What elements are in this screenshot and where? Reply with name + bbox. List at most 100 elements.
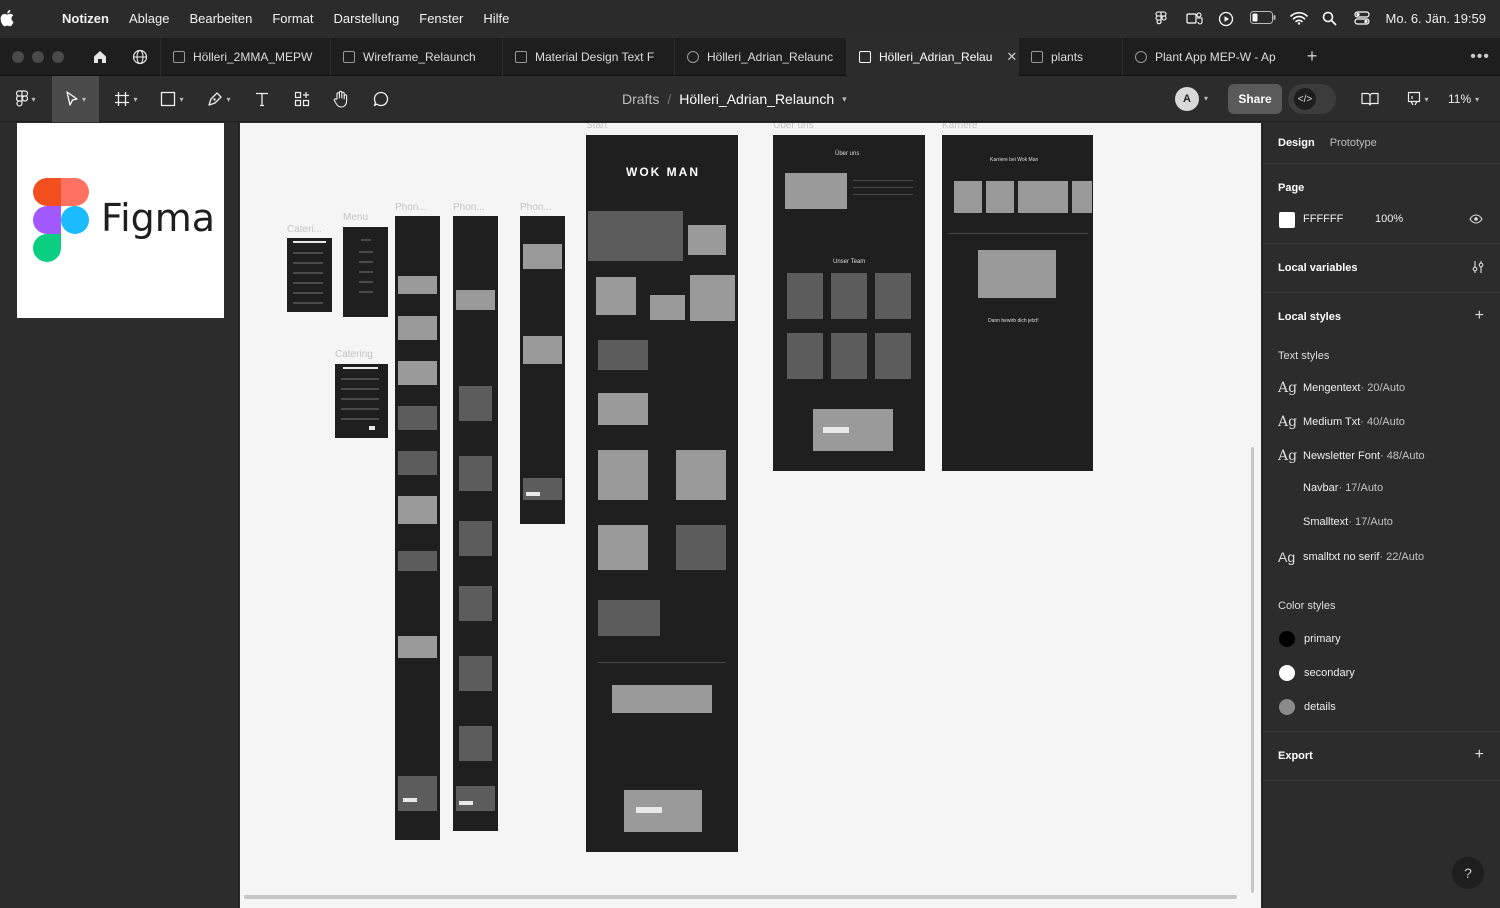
frame-label-ueber-uns[interactable]: Über uns [773,123,814,131]
tab-holleri-adrian-relaunch-active[interactable]: Hölleri_Adrian_Relau ✕ [846,37,1018,76]
dev-mode-toggle[interactable]: </> [1288,84,1336,114]
frame-catering[interactable] [335,364,388,438]
menu-fenster[interactable]: Fenster [409,11,473,26]
menu-darstellung[interactable]: Darstellung [324,11,410,26]
add-export-plus-icon[interactable]: + [1475,746,1484,764]
present-button[interactable]: ▾ [1400,76,1436,122]
figma-menubar-icon[interactable] [1154,11,1172,25]
spotlight-search-icon[interactable] [1322,11,1340,26]
shape-tool-button[interactable]: ▾ [152,76,192,122]
tab-prototype-relaunch[interactable]: Hölleri_Adrian_Relaunc [674,37,846,76]
frame-label-catering[interactable]: Catering [335,349,373,360]
menu-format[interactable]: Format [262,11,323,26]
canvas-vertical-scrollbar[interactable] [1251,447,1254,893]
frame-phone-2[interactable] [453,216,498,831]
zoom-control[interactable]: 11% ▾ [1448,76,1479,122]
text-style-navbar[interactable]: Navbar · 17/Auto [1278,482,1383,494]
close-window-button[interactable] [12,50,24,63]
figma-file-icon [859,50,871,63]
tab-more-menu-icon[interactable]: ••• [1470,38,1490,76]
frame-hash-icon [115,92,130,106]
frame-phone-1[interactable] [395,216,440,840]
page-color-swatch[interactable] [1279,212,1295,228]
menubar-clock[interactable]: Mo. 6. Jän. 19:59 [1386,11,1486,26]
library-button[interactable] [1356,76,1384,122]
play-circle-icon[interactable] [1218,11,1236,27]
text-style-smalltxt-no-serif[interactable]: Ag smalltxt no serif · 22/Auto [1278,549,1424,565]
tab-plant-app[interactable]: Plant App MEP-W - Ap [1122,37,1294,76]
comment-tool-button[interactable] [364,76,398,122]
eye-icon[interactable] [1469,214,1483,224]
frame-label-start[interactable]: Start [586,123,607,131]
resources-tool-button[interactable] [286,76,318,122]
design-canvas[interactable]: Cateri... Menu Catering Phon... Phon... … [240,123,1261,908]
tab-holleri-2mma[interactable]: Hölleri_2MMA_MEPW [160,37,330,76]
book-icon [1361,92,1379,106]
frame-phone-3[interactable] [520,216,565,524]
frame-tool-button[interactable]: ▾ [106,76,146,122]
menu-hilfe[interactable]: Hilfe [473,11,519,26]
community-button[interactable] [120,38,160,76]
frame-label-karriere[interactable]: Karriere [942,123,978,131]
macos-menubar: Notizen Ablage Bearbeiten Format Darstel… [0,0,1500,36]
text-style-mengentext[interactable]: Ag Mengentext · 20/Auto [1278,380,1405,396]
frame-karriere-desktop[interactable]: Karriere bei Wok Man Dann bewirb dich je… [942,135,1093,471]
help-button[interactable]: ? [1452,857,1484,889]
text-style-medium-txt[interactable]: Ag Medium Txt · 40/Auto [1278,414,1405,430]
chevron-down-icon: ▾ [1475,94,1480,104]
pen-tool-button[interactable]: ▾ [198,76,240,122]
color-style-details[interactable]: details [1279,699,1336,715]
move-tool-button[interactable]: ▾ [52,76,99,122]
figma-thumbnail-card[interactable]: Figma [17,123,224,318]
text-style-preview: Ag [1278,414,1298,430]
color-style-primary[interactable]: primary [1279,631,1341,647]
avatar[interactable]: A [1175,87,1199,111]
local-variables-heading[interactable]: Local variables [1278,262,1358,274]
text-style-smalltext[interactable]: Smalltext · 17/Auto [1278,516,1393,528]
variables-settings-icon[interactable] [1471,260,1485,274]
teams-icon[interactable] [1185,11,1204,25]
control-center-icon[interactable] [1353,11,1372,25]
add-style-plus-icon[interactable]: + [1475,307,1484,325]
menu-app-notizen[interactable]: Notizen [52,11,119,26]
frame-catering-small[interactable] [287,238,332,312]
chevron-down-icon[interactable]: ▾ [1204,94,1208,103]
tab-label: Hölleri_Adrian_Relau [879,49,993,64]
home-button[interactable] [80,38,120,76]
frame-label-phone-2[interactable]: Phon... [453,202,485,213]
frame-ueber-uns-desktop[interactable]: Über uns Unser Team [773,135,925,471]
text-style-name: Navbar [1303,482,1339,494]
wifi-icon[interactable] [1289,11,1308,25]
battery-icon[interactable] [1249,11,1276,25]
breadcrumb-drafts[interactable]: Drafts [622,91,659,107]
frame-label-catering-small[interactable]: Cateri... [287,224,322,235]
zoom-window-button[interactable] [52,50,64,63]
frame-label-phone-3[interactable]: Phon... [520,202,552,213]
page-opacity-value[interactable]: 100% [1375,213,1403,225]
tab-design[interactable]: Design [1278,137,1315,149]
hand-tool-button[interactable] [324,76,358,122]
tab-material-design[interactable]: Material Design Text F [502,37,674,76]
apple-logo-icon[interactable] [0,9,52,27]
tab-prototype[interactable]: Prototype [1330,137,1377,149]
canvas-horizontal-scrollbar[interactable] [244,895,1237,899]
tab-plants[interactable]: plants [1018,37,1122,76]
chevron-down-icon[interactable]: ▾ [842,94,847,105]
share-button[interactable]: Share [1228,84,1282,114]
close-tab-icon[interactable]: ✕ [1006,49,1017,65]
page-color-value[interactable]: FFFFFF [1303,213,1343,225]
text-style-newsletter-font[interactable]: Ag Newsletter Font · 48/Auto [1278,448,1425,464]
menu-bearbeiten[interactable]: Bearbeiten [179,11,262,26]
tab-wireframe-relaunch[interactable]: Wireframe_Relaunch [330,37,502,76]
color-style-secondary[interactable]: secondary [1279,665,1355,681]
text-tool-button[interactable] [246,76,278,122]
frame-label-menu[interactable]: Menu [343,212,368,223]
new-tab-plus-icon[interactable]: + [1294,46,1330,67]
frame-menu[interactable] [343,227,388,317]
file-name[interactable]: Hölleri_Adrian_Relaunch [679,91,834,107]
menu-ablage[interactable]: Ablage [119,11,179,26]
minimize-window-button[interactable] [32,50,44,63]
frame-start-desktop[interactable]: WOK MAN [586,135,738,852]
main-menu-button[interactable]: ▾ [8,76,44,122]
frame-label-phone-1[interactable]: Phon... [395,202,427,213]
